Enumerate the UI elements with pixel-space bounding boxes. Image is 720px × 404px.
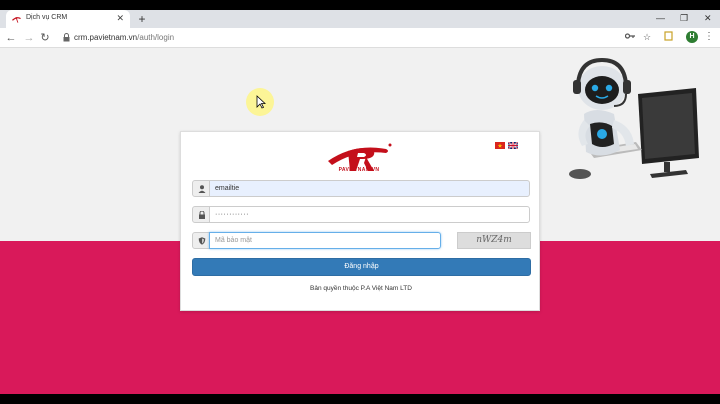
vietnam-flag-icon[interactable] [495,142,505,149]
url-host: crm.pavietnam.vn [74,33,138,42]
user-icon [192,180,210,197]
screen: Dịch vụ CRM ✕ + — ❐ ✕ ← → ↻ crm.pavietna… [0,0,720,404]
url-path: /auth/login [137,33,175,42]
mouse-cursor-icon [256,95,266,109]
minimize-icon[interactable]: — [656,12,665,24]
more-vertical-icon[interactable]: ⋮ [704,31,714,43]
key-icon[interactable] [624,31,636,43]
new-tab-icon[interactable]: + [136,12,148,26]
back-arrow-icon[interactable]: ← [4,31,18,45]
login-card: PAVIETNAM.VN emailtie ············ Mã bả… [180,131,540,311]
username-field[interactable]: emailtie [209,180,530,197]
tab-title: Dịch vụ CRM [26,14,68,21]
captcha-group: Mã bảo mật [192,232,442,249]
uk-flag-icon[interactable] [508,142,518,149]
letterbox-top [0,0,720,10]
shield-icon [192,232,210,249]
letterbox-bottom [0,394,720,404]
captcha-input[interactable]: Mã bảo mật [209,232,441,249]
pa-favicon-icon [12,17,21,23]
window-close-icon[interactable]: ✕ [704,12,712,24]
captcha-image[interactable]: nWZ4m [457,232,531,249]
lock-icon [192,206,210,223]
maximize-icon[interactable]: ❐ [680,12,688,24]
address-bar[interactable]: crm.pavietnam.vn/auth/login [58,30,658,46]
robot-illustration [569,57,699,179]
extension-icon[interactable] [662,31,674,43]
lock-icon[interactable] [63,33,70,42]
browser-tab[interactable]: Dịch vụ CRM ✕ [6,10,130,28]
profile-avatar[interactable]: H [686,31,698,43]
forward-arrow-icon[interactable]: → [22,31,36,45]
browser-toolbar: ← → ↻ crm.pavietnam.vn/auth/login [0,28,720,48]
brand-text: PAVIETNAM.VN [338,167,380,173]
url-text: crm.pavietnam.vn/auth/login [74,33,174,42]
login-button[interactable]: Đăng nhập [192,258,531,276]
username-group: emailtie [192,180,530,197]
reload-icon[interactable]: ↻ [38,31,52,45]
password-field[interactable]: ············ [209,206,530,223]
star-icon[interactable]: ☆ [641,31,653,43]
close-icon[interactable]: ✕ [116,13,124,23]
copyright-text: Bản quyền thuộc P.A Việt Nam LTD [310,285,412,292]
password-group: ············ [192,206,530,223]
